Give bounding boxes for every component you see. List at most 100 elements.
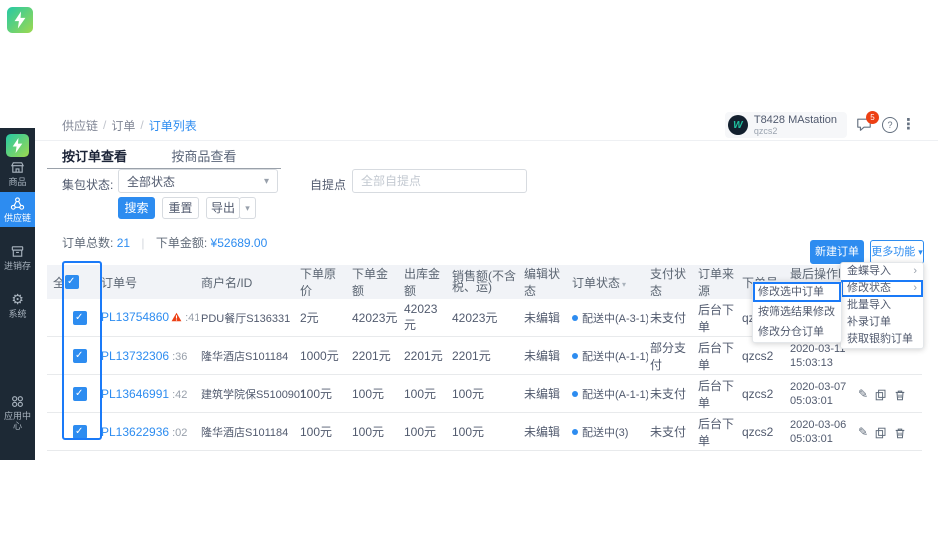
source-cell: 后台下单 — [696, 374, 740, 413]
sidebar-item-system[interactable]: ⚙ 系统 — [0, 288, 35, 323]
status-dot — [572, 390, 578, 397]
sidebar-item-inventory[interactable]: 进销存 — [0, 240, 35, 275]
col-order-source: 订单来源 — [696, 265, 740, 299]
order-status-cell: 配送中(A-3-1) — [570, 299, 648, 337]
new-order-button[interactable]: 新建订单 — [810, 240, 864, 264]
tab-order-view[interactable]: 按订单查看 — [62, 146, 127, 165]
select-all-checkbox[interactable]: ✓ — [65, 275, 79, 290]
app-logo-icon — [7, 7, 33, 33]
row-checkbox[interactable]: ✓ — [73, 310, 87, 325]
edit-icon[interactable]: ✎ — [858, 425, 868, 439]
modify-status-submenu: 修改选中订单 按筛选结果修改 修改分仓订单 — [752, 281, 842, 343]
menu-item-label: 金蝶导入 — [847, 265, 891, 277]
sales-cell: 100元 — [450, 412, 522, 451]
more-features-button[interactable]: 更多功能 ▾ — [870, 240, 924, 264]
question-glyph: ? — [882, 117, 898, 133]
reset-button[interactable]: 重置 — [162, 197, 199, 219]
order-link[interactable]: PL13622936 — [101, 425, 169, 439]
package-status-label: 集包状态: — [62, 178, 114, 192]
table-row: ✓ PL13622936:02 隆华酒店S101184 100元 100元 10… — [47, 412, 922, 451]
status-text: 配送中(A-3-1) — [582, 312, 648, 325]
check-icon: ✓ — [75, 349, 84, 361]
edit-status-cell: 未编辑 — [522, 374, 570, 413]
tab-product-view[interactable]: 按商品查看 — [171, 146, 236, 165]
merchant-cell: PDU餐厅S136331 — [199, 299, 298, 337]
pay-status-cell: 未支付 — [648, 412, 696, 451]
messages-icon[interactable]: 5 — [856, 111, 879, 133]
row-checkbox[interactable]: ✓ — [73, 348, 87, 363]
copy-icon[interactable] — [875, 425, 887, 439]
order-link[interactable]: PL13732306 — [101, 349, 169, 363]
col-order-no: 订单号 — [99, 265, 199, 299]
breadcrumb-orders[interactable]: 订单 — [111, 117, 135, 134]
select-all-label: 全 — [47, 265, 63, 299]
user-text: T8428 MAstation qzcs2 — [754, 114, 837, 136]
export-dropdown-button[interactable]: ▾ — [239, 197, 256, 219]
sidebar-item-app-center[interactable]: 应用中心 — [0, 390, 35, 435]
outbound-cell: 2201元 — [402, 336, 450, 375]
menu-item-fetch-pospal-orders[interactable]: 获取银豹订单 — [841, 331, 923, 348]
last-op-cell: 2020-03-06 05:03:01 — [788, 412, 856, 451]
delete-icon[interactable] — [894, 387, 906, 401]
sidebar-label: 应用中心 — [3, 411, 31, 431]
menu-item-modify-status[interactable]: 修改状态 › — [841, 280, 923, 297]
sidebar-label: 进销存 — [3, 261, 31, 271]
menu-item-modify-warehouse-orders[interactable]: 修改分仓订单 — [753, 322, 841, 342]
row-checkbox[interactable]: ✓ — [73, 424, 87, 439]
delete-icon[interactable] — [894, 425, 906, 439]
source-cell: 后台下单 — [696, 412, 740, 451]
pickup-input[interactable] — [352, 169, 527, 193]
check-icon: ✓ — [75, 311, 84, 323]
order-time-suffix: :02 — [172, 426, 188, 439]
menu-item-kingdee-import[interactable]: 金蝶导入 › — [841, 263, 923, 280]
menu-item-batch-import[interactable]: 批量导入 — [841, 297, 923, 314]
chevron-right-icon: › — [913, 282, 917, 294]
col-order-status: 订单状态 ▾ — [570, 265, 648, 299]
orig-price-cell: 100元 — [298, 374, 350, 413]
sidebar-item-supply-chain[interactable]: 供应链 — [0, 192, 35, 227]
sidebar-label: 供应链 — [3, 213, 31, 223]
chevron-down-icon: ▾ — [263, 175, 269, 187]
merchant-cell: 建筑学院保S5100901 — [199, 374, 306, 413]
source-cell: 后台下单 — [696, 299, 740, 337]
order-amount-cell: 42023元 — [350, 299, 402, 337]
order-status-cell: 配送中(A-1-1) — [570, 374, 648, 413]
col-merchant: 商户名/ID — [199, 265, 298, 299]
sales-cell: 2201元 — [450, 336, 522, 375]
edit-status-cell: 未编辑 — [522, 299, 570, 337]
menu-item-modify-selected-orders[interactable]: 修改选中订单 — [753, 282, 841, 302]
goods-icon — [10, 160, 25, 175]
more-vertical-icon[interactable]: ⋮ — [901, 117, 916, 133]
breadcrumb-supply-chain[interactable]: 供应链 — [62, 117, 98, 134]
sidebar-logo-icon[interactable] — [6, 134, 29, 157]
order-link[interactable]: PL13754860 — [101, 310, 169, 324]
chevron-down-icon: ▾ — [918, 247, 923, 257]
package-status-select[interactable]: 全部状态 ▾ — [118, 169, 278, 193]
pickup-label: 自提点 — [310, 178, 347, 192]
edit-icon[interactable]: ✎ — [858, 387, 868, 401]
menu-item-supplement-order[interactable]: 补录订单 — [841, 314, 923, 331]
outbound-cell: 100元 — [402, 412, 450, 451]
edit-status-cell: 未编辑 — [522, 336, 570, 375]
order-time-suffix: :41 — [185, 312, 199, 324]
menu-item-modify-by-filter[interactable]: 按筛选结果修改 — [753, 302, 841, 322]
export-button[interactable]: 导出 — [206, 197, 240, 219]
row-checkbox[interactable]: ✓ — [73, 386, 87, 401]
menu-item-label: 修改状态 — [847, 282, 891, 294]
user-menu[interactable]: W T8428 MAstation qzcs2 — [724, 112, 847, 138]
sidebar-label: 商品 — [8, 177, 27, 187]
help-icon[interactable]: ? — [882, 117, 898, 133]
user-subname: qzcs2 — [753, 126, 778, 136]
operator-cell: qzcs2 — [740, 412, 788, 451]
search-button[interactable]: 搜索 — [118, 197, 155, 219]
order-summary: 订单总数: 21 | 下单金额: ¥52689.00 — [62, 234, 267, 251]
status-dot — [572, 428, 578, 435]
order-status-cell: 配送中(3) — [570, 412, 648, 451]
order-link[interactable]: PL13646991 — [101, 387, 169, 401]
order-status-cell: 配送中(A-1-1) — [570, 336, 648, 375]
check-icon: ✓ — [67, 276, 76, 288]
status-dot — [572, 314, 578, 321]
sidebar-item-goods[interactable]: 商品 — [0, 156, 35, 191]
copy-icon[interactable] — [875, 387, 887, 401]
pay-status-cell: 部分支付 — [648, 336, 696, 375]
